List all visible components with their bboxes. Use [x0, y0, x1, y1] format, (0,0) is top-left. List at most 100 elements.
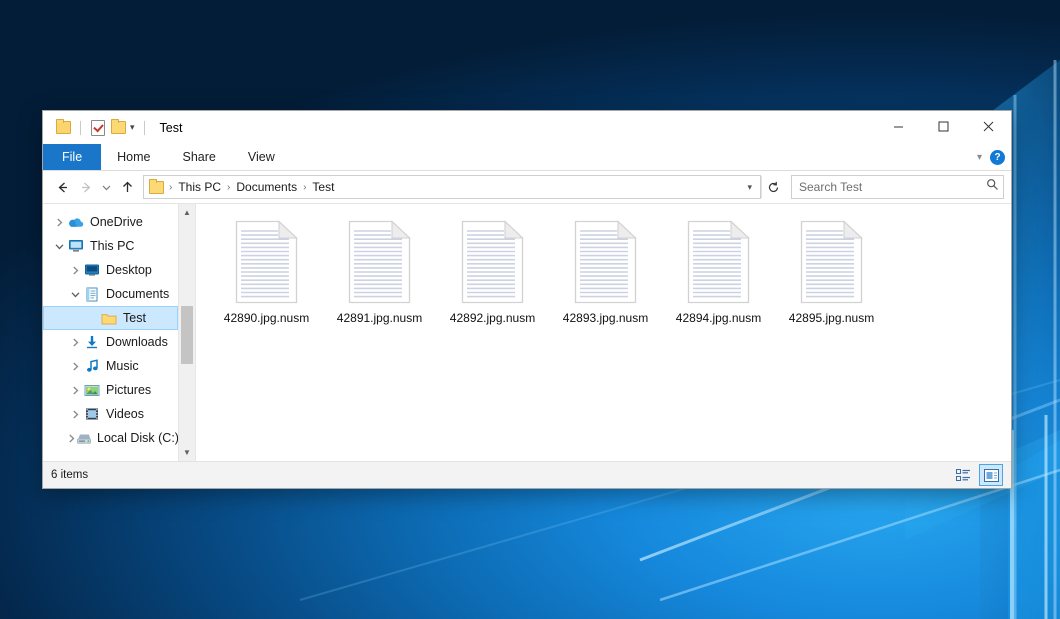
chevron-right-icon[interactable] — [67, 338, 83, 347]
generic-document-icon — [460, 220, 526, 304]
file-name-label: 42890.jpg.nusm — [224, 311, 309, 325]
quick-access-toolbar: ▾ Test — [43, 118, 182, 138]
search-input[interactable]: Search Test — [791, 175, 1004, 199]
recent-locations-icon[interactable] — [98, 175, 115, 199]
generic-document-icon — [573, 220, 639, 304]
up-button[interactable] — [115, 175, 139, 199]
scrollbar-thumb[interactable] — [181, 306, 193, 364]
chevron-down-icon[interactable]: ▾ — [128, 123, 137, 132]
file-name-label: 42894.jpg.nusm — [676, 311, 761, 325]
window-controls — [876, 111, 1011, 142]
file-explorer-window: ▾ Test File Home Share View ▾ ? — [42, 110, 1012, 489]
sidebar-item-local-disk-c[interactable]: Local Disk (C:) — [43, 426, 178, 450]
generic-document-icon — [686, 220, 752, 304]
sidebar-item-videos[interactable]: Videos — [43, 402, 178, 426]
file-item[interactable]: 42891.jpg.nusm — [323, 218, 436, 325]
large-icons-view-button[interactable] — [979, 464, 1003, 486]
folder-icon[interactable] — [53, 118, 73, 138]
navigation-pane: OneDriveThis PC Desktop Documents Test Downl… — [43, 204, 195, 461]
breadcrumb-separator-1: › — [224, 182, 233, 193]
sidebar-item-label: Videos — [106, 408, 144, 421]
breadcrumb-dropdown-icon[interactable]: ▾ — [741, 182, 758, 193]
breadcrumb-item-documents[interactable]: Documents — [233, 180, 300, 194]
tab-share[interactable]: Share — [167, 144, 232, 170]
details-view-button[interactable] — [952, 465, 974, 485]
file-list-view[interactable]: 42890.jpg.nusm 42891.jpg.nusm 42892.jpg.nu… — [195, 204, 1011, 461]
breadcrumb-folder-icon — [149, 181, 164, 194]
ribbon-right-controls: ▾ ? — [977, 144, 1005, 170]
file-name-label: 42893.jpg.nusm — [563, 311, 648, 325]
generic-document-icon — [347, 220, 413, 304]
forward-button[interactable] — [74, 175, 98, 199]
help-icon[interactable]: ? — [990, 150, 1005, 165]
chevron-down-icon[interactable] — [51, 242, 67, 251]
chevron-right-icon[interactable] — [67, 362, 83, 371]
refresh-button[interactable] — [761, 176, 784, 198]
window-title: Test — [160, 121, 183, 135]
chevron-right-icon[interactable] — [67, 386, 83, 395]
breadcrumb[interactable]: › This PC › Documents › Test ▾ — [143, 175, 761, 199]
status-bar: 6 items — [43, 461, 1011, 488]
onedrive-icon — [67, 215, 85, 229]
new-folder-icon[interactable] — [108, 118, 128, 138]
properties-icon[interactable] — [88, 118, 108, 138]
breadcrumb-separator-2: › — [300, 182, 309, 193]
breadcrumb-separator-0: › — [166, 182, 175, 193]
title-bar: ▾ Test — [43, 111, 1011, 144]
sidebar-item-music[interactable]: Music — [43, 354, 178, 378]
navigation-scrollbar[interactable]: ▲ ▼ — [178, 204, 195, 461]
file-item[interactable]: 42893.jpg.nusm — [549, 218, 662, 325]
downloads-icon — [83, 335, 101, 349]
ribbon-tabs: File Home Share View ▾ ? — [43, 144, 1011, 171]
sidebar-item-label: Downloads — [106, 336, 168, 349]
sidebar-item-label: Test — [123, 312, 146, 325]
breadcrumb-item-test[interactable]: Test — [309, 180, 337, 194]
search-icon[interactable] — [986, 178, 999, 196]
desktop-icon — [83, 263, 101, 277]
maximize-button[interactable] — [921, 111, 966, 142]
sidebar-item-label: Local Disk (C:) — [97, 432, 178, 445]
videos-icon — [83, 407, 101, 421]
toolbar-separator — [80, 121, 81, 135]
sidebar-item-pictures[interactable]: Pictures — [43, 378, 178, 402]
chevron-right-icon[interactable] — [51, 218, 67, 227]
generic-document-icon — [799, 220, 865, 304]
address-bar: › This PC › Documents › Test ▾ Search Te… — [43, 171, 1011, 203]
sidebar-item-documents[interactable]: Documents — [43, 282, 178, 306]
close-button[interactable] — [966, 111, 1011, 142]
back-button[interactable] — [50, 175, 74, 199]
sidebar-item-downloads[interactable]: Downloads — [43, 330, 178, 354]
pictures-icon — [83, 384, 101, 397]
item-count-label: 6 items — [51, 469, 88, 481]
chevron-down-icon[interactable] — [67, 290, 83, 299]
tab-view[interactable]: View — [232, 144, 291, 170]
chevron-right-icon[interactable] — [67, 266, 83, 275]
scrollbar-track[interactable] — [179, 221, 195, 444]
toolbar-separator-2 — [144, 121, 145, 135]
file-name-label: 42891.jpg.nusm — [337, 311, 422, 325]
view-buttons — [952, 464, 1003, 486]
sidebar-item-onedrive[interactable]: OneDrive — [43, 210, 178, 234]
scroll-up-arrow-icon[interactable]: ▲ — [179, 204, 195, 221]
file-item[interactable]: 42890.jpg.nusm — [210, 218, 323, 325]
sidebar-item-test[interactable]: Test — [43, 306, 178, 330]
file-item[interactable]: 42894.jpg.nusm — [662, 218, 775, 325]
file-name-label: 42892.jpg.nusm — [450, 311, 535, 325]
chevron-right-icon[interactable] — [67, 434, 76, 443]
generic-document-icon — [234, 220, 300, 304]
file-name-label: 42895.jpg.nusm — [789, 311, 874, 325]
expand-ribbon-icon[interactable]: ▾ — [977, 152, 982, 163]
sidebar-item-label: Desktop — [106, 264, 152, 277]
sidebar-item-desktop[interactable]: Desktop — [43, 258, 178, 282]
computer-icon — [67, 239, 85, 253]
tab-file[interactable]: File — [43, 144, 101, 170]
chevron-right-icon[interactable] — [67, 410, 83, 419]
scroll-down-arrow-icon[interactable]: ▼ — [179, 444, 195, 461]
minimize-button[interactable] — [876, 111, 921, 142]
window-body: OneDriveThis PC Desktop Documents Test Downl… — [43, 203, 1011, 461]
sidebar-item-this-pc[interactable]: This PC — [43, 234, 178, 258]
file-item[interactable]: 42895.jpg.nusm — [775, 218, 888, 325]
tab-home[interactable]: Home — [101, 144, 166, 170]
breadcrumb-item-this-pc[interactable]: This PC — [175, 180, 224, 194]
file-item[interactable]: 42892.jpg.nusm — [436, 218, 549, 325]
